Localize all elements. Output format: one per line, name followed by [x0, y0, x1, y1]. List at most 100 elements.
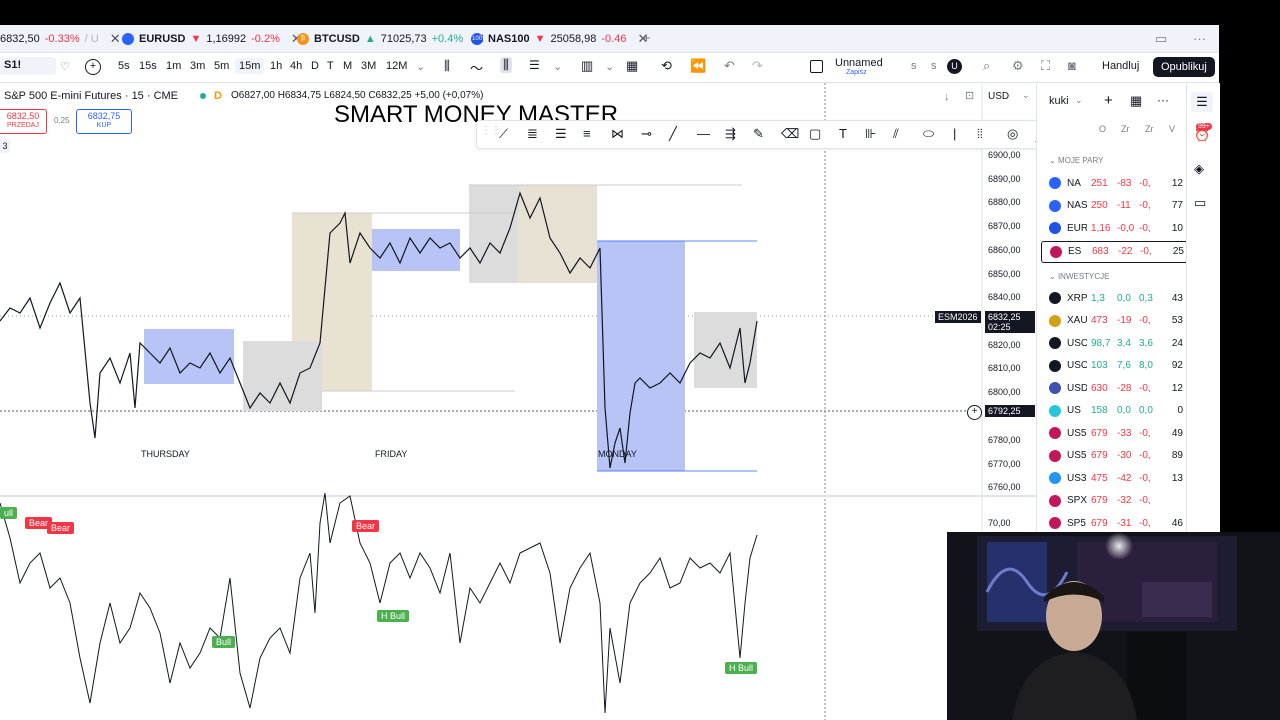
more-icon[interactable]: ···	[1193, 25, 1206, 52]
watchlist-row[interactable]: XAU 473 -19 -0, 53	[1041, 311, 1187, 331]
watchlist-row[interactable]: USO 103 7,6 8,0 92	[1041, 356, 1187, 376]
circle-tool-icon[interactable]: ◎	[1007, 126, 1018, 142]
layout-icon[interactable]: ▦	[1130, 93, 1142, 109]
add-alert-icon[interactable]: +	[967, 405, 982, 420]
watchlist-row[interactable]: EUR 1,16 -0,0 -0, 10	[1041, 218, 1187, 238]
vline-tool-icon[interactable]: |	[953, 126, 956, 141]
tab-sp500[interactable]: 6832,50 -0.33% / U ✕	[0, 25, 121, 52]
chevron-down-icon[interactable]: ⌄	[1075, 95, 1083, 106]
symbol-search[interactable]: S1!	[0, 57, 56, 75]
col-header[interactable]: O	[1099, 124, 1106, 134]
chart-bars-icon[interactable]: ▥	[581, 58, 593, 74]
pattern-tool-icon[interactable]: ⋈	[611, 126, 624, 142]
watchlist-icon[interactable]: ☰	[1191, 92, 1213, 112]
measure-tool-icon[interactable]: ⊪	[865, 126, 876, 142]
layout-s1[interactable]: s	[911, 60, 917, 72]
interval-3m-months[interactable]: 3M	[361, 60, 376, 72]
tab-btcusd[interactable]: ₿ BTCUSD ▲ 71025,73 +0.4% ✕	[297, 25, 485, 52]
fib-tool-icon[interactable]: ≣	[527, 126, 538, 142]
interval-4h[interactable]: 4h	[290, 60, 302, 72]
eraser-tool-icon[interactable]: ⌫	[781, 126, 799, 142]
camera-icon[interactable]: ◙	[1068, 58, 1076, 73]
indicator-count[interactable]: 3	[0, 139, 10, 153]
layout-s2[interactable]: s	[931, 60, 937, 72]
arrow-down-icon[interactable]: ↓	[944, 91, 950, 103]
publish-button[interactable]: Opublikuj	[1153, 57, 1215, 77]
watchlist-row[interactable]: NAS 250 -11 -0, 77	[1041, 196, 1187, 216]
interval-5m[interactable]: 5m	[214, 60, 229, 72]
sell-button[interactable]: 6832,50 PRZEDAJ	[0, 109, 47, 134]
more-icon[interactable]: ···	[1157, 93, 1169, 107]
layers-icon[interactable]: ◈	[1194, 161, 1204, 177]
watchlist-row[interactable]: USO 98,7 3,4 3,6 24	[1041, 333, 1187, 353]
watchlist-row[interactable]: SPX 679 -32 -0,	[1041, 491, 1187, 511]
bar-type-icon[interactable]: ⫼	[444, 58, 450, 74]
templates-icon[interactable]: ▦	[626, 58, 638, 74]
interval-m[interactable]: M	[343, 60, 352, 72]
interval-5s[interactable]: 5s	[118, 60, 130, 72]
redo-icon[interactable]: ↷	[752, 58, 763, 74]
fullscreen-icon[interactable]: ⛶	[1041, 58, 1050, 74]
col-header[interactable]: Zr	[1121, 124, 1130, 134]
layout-name[interactable]: Unnamed	[835, 57, 883, 69]
line-tool-icon[interactable]: ╱	[669, 126, 677, 142]
drag-handle-icon[interactable]: ⋮⋮	[481, 125, 501, 136]
line-chart-icon[interactable]: 〜	[470, 58, 483, 77]
section-header[interactable]: ⌄ MOJE PARY	[1049, 156, 1103, 165]
interval-3m[interactable]: 3m	[190, 60, 205, 72]
col-header[interactable]: V	[1169, 124, 1175, 134]
trend-tool-icon[interactable]: ⟋	[499, 126, 508, 142]
channel-tool-icon[interactable]: ☰	[555, 126, 567, 142]
trade-button[interactable]: Handluj	[1102, 60, 1139, 72]
interval-t[interactable]: T	[327, 60, 334, 72]
text-tool-icon[interactable]: T	[839, 126, 847, 141]
chevron-down-icon[interactable]: ⌄	[553, 60, 562, 73]
ellipse-tool-icon[interactable]: ⬭	[923, 126, 934, 142]
watchlist-row[interactable]: XRP 1,3 0,0 0,3 43	[1041, 288, 1187, 308]
interval-15m[interactable]: 15m	[235, 58, 265, 74]
chevron-down-icon[interactable]: ⌄	[416, 60, 425, 73]
layout-save[interactable]: Zapisz	[846, 69, 867, 76]
watchlist-row[interactable]: NA 251 -83 -0, 12	[1041, 173, 1187, 193]
section-header[interactable]: ⌄ INWESTYCJE	[1049, 272, 1110, 281]
user-avatar[interactable]: U	[947, 59, 962, 74]
hline-tool-icon[interactable]: —	[697, 126, 710, 141]
col-header[interactable]: Zr	[1145, 124, 1154, 134]
add-compare-icon[interactable]: +	[85, 59, 101, 75]
interval-1h[interactable]: 1h	[270, 60, 282, 72]
add-symbol-icon[interactable]: +	[1104, 92, 1113, 109]
chevron-down-icon[interactable]: ⌄	[1022, 90, 1030, 101]
undo-icon[interactable]: ↶	[724, 58, 735, 74]
heart-icon[interactable]: ♡	[60, 60, 70, 73]
candles-icon[interactable]: ⫼	[500, 57, 512, 73]
maximize-icon[interactable]: ⊡	[965, 89, 974, 102]
add-tab-button[interactable]: +	[642, 25, 651, 52]
search-icon[interactable]: ⌕	[983, 58, 990, 74]
interval-d[interactable]: D	[311, 60, 319, 72]
tab-eurusd[interactable]: EURUSD ▼ 1,16992 -0.2% ✕	[122, 25, 302, 52]
watchlist-row[interactable]: US5 679 -33 -0, 49	[1041, 423, 1187, 443]
gear-icon[interactable]: ⚙	[1012, 58, 1024, 74]
chevron-down-icon[interactable]: ⌄	[605, 60, 614, 73]
indicators-icon[interactable]: ☰	[529, 58, 540, 72]
tab-nas100[interactable]: 100 NAS100 ▼ 25058,98 -0.46 ✕	[471, 25, 648, 52]
arrow-tool-icon[interactable]: ⇶	[725, 126, 736, 142]
buy-button[interactable]: 6832,75 KUP	[76, 109, 132, 134]
close-icon[interactable]: ✕	[110, 31, 121, 47]
interval-1m[interactable]: 1m	[166, 60, 181, 72]
gann-tool-icon[interactable]: ⫽	[893, 126, 899, 142]
chat-icon[interactable]: ▭	[1194, 195, 1206, 211]
interval-15s[interactable]: 15s	[139, 60, 157, 72]
lines-tool-icon[interactable]: ≡	[583, 126, 591, 141]
watchlist-row[interactable]: US5 679 -30 -0, 89	[1041, 446, 1187, 466]
watchlist-row[interactable]: SP5 679 -31 -0, 46	[1041, 513, 1187, 533]
chart-area[interactable]: S&P 500 E-mini Futures · 15 · CME D O682…	[0, 83, 1036, 720]
watchlist-name[interactable]: kuki	[1049, 95, 1069, 107]
brush-tool-icon[interactable]: ✎	[753, 126, 764, 142]
interval-12m[interactable]: 12M	[386, 60, 407, 72]
price-chart[interactable]	[0, 83, 1036, 720]
watchlist-row[interactable]: ES 683 -22 -0, 25	[1041, 240, 1189, 263]
volume-tool-icon[interactable]: ⦙⦙	[977, 126, 983, 142]
watchlist-row[interactable]: US3 475 -42 -0, 13	[1041, 468, 1187, 488]
rectangle-tool-icon[interactable]: ▢	[809, 126, 821, 142]
